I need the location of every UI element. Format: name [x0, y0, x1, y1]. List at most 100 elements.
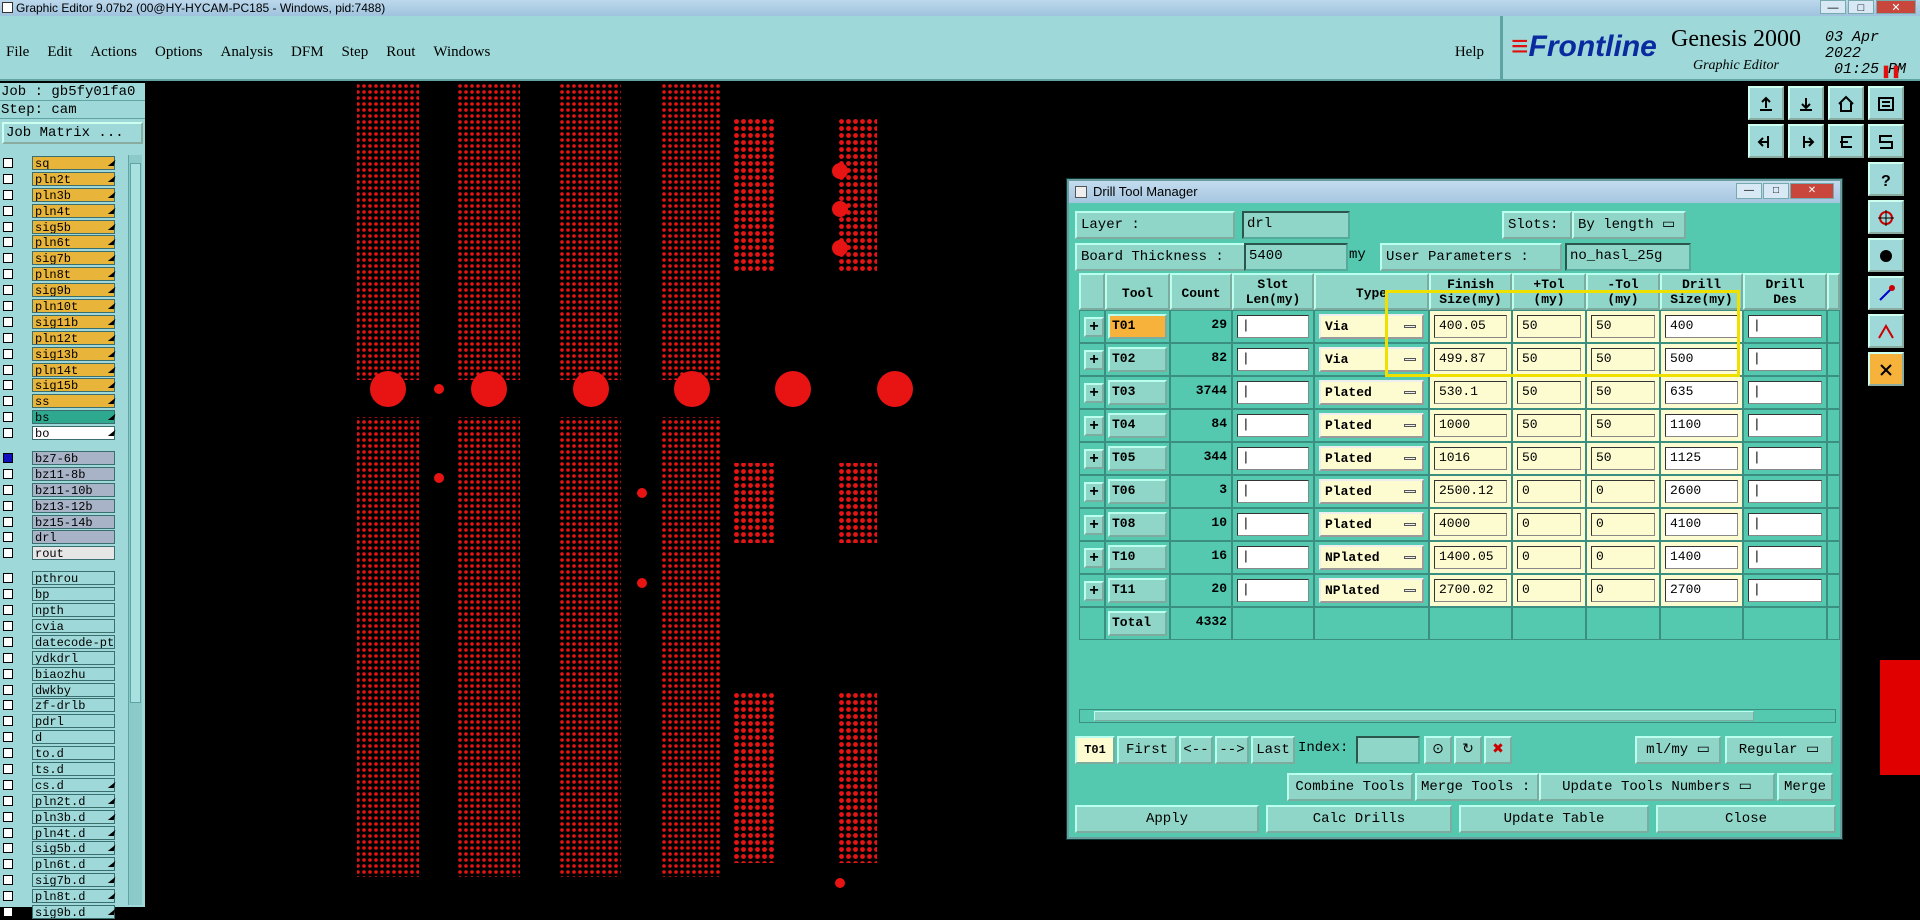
layer-row-sig7b.d[interactable]: sig7b.d ◢: [0, 872, 118, 888]
layer-checkbox[interactable]: [3, 301, 13, 312]
layer-checkbox[interactable]: [3, 843, 13, 854]
layer-checkbox[interactable]: [3, 548, 13, 559]
finish-size-input[interactable]: 2500.12: [1434, 480, 1507, 503]
layer-row-pln3b.d[interactable]: pln3b.d ◢: [0, 809, 118, 825]
layer-name[interactable]: bz13-12b: [32, 498, 115, 513]
table-row[interactable]: + T06 3 | Plated 2500.12 0 0 2600 |: [1079, 475, 1840, 508]
layer-list-scrollbar[interactable]: [128, 155, 142, 905]
layer-checkbox[interactable]: [3, 700, 13, 711]
layer-checkbox[interactable]: [3, 453, 13, 464]
layer-checkbox[interactable]: [3, 516, 13, 527]
layer-row-sig5b.d[interactable]: sig5b.d ◢: [0, 840, 118, 856]
finish-size-input[interactable]: 4000: [1434, 513, 1507, 536]
layer-field[interactable]: drl: [1242, 211, 1350, 239]
layer-checkbox[interactable]: [3, 316, 13, 327]
finish-size-input[interactable]: 1016: [1434, 447, 1507, 470]
drill-size-input[interactable]: 2700: [1665, 579, 1738, 602]
menu-options[interactable]: Options: [155, 44, 203, 61]
layer-checkbox[interactable]: [3, 158, 13, 168]
index-field[interactable]: [1356, 736, 1420, 764]
layer-row-rout[interactable]: rout: [0, 545, 118, 561]
expand-row-button[interactable]: +: [1084, 383, 1104, 403]
download-icon[interactable]: [1788, 86, 1824, 120]
layer-name[interactable]: dwkby: [32, 682, 115, 697]
search-icon[interactable]: ⊙: [1424, 736, 1452, 764]
layer-name[interactable]: sig9b.d: [32, 904, 115, 919]
layer-row-cvia[interactable]: cvia: [0, 618, 118, 634]
drill-size-input[interactable]: 1100: [1665, 414, 1738, 437]
snake-icon[interactable]: [1868, 124, 1904, 158]
slot-len-input[interactable]: |: [1237, 315, 1309, 338]
layer-name[interactable]: zf-drlb: [32, 698, 115, 713]
tool-name[interactable]: T04: [1108, 413, 1167, 438]
drill-des-input[interactable]: |: [1748, 480, 1822, 503]
plus-tol-input[interactable]: 50: [1517, 315, 1581, 338]
layer-name[interactable]: drl: [32, 530, 115, 545]
finish-size-input[interactable]: 2700.02: [1434, 579, 1507, 602]
layer-name[interactable]: cvia: [32, 618, 115, 633]
plus-tol-input[interactable]: 0: [1517, 546, 1581, 569]
mode-dropdown[interactable]: Regular ▭: [1725, 736, 1833, 764]
table-row[interactable]: + T05 344 | Plated 1016 50 50 1125 |: [1079, 442, 1840, 475]
user-parameters-field[interactable]: no_hasl_25g: [1565, 243, 1691, 271]
layer-name[interactable]: pln12t: [32, 330, 115, 345]
slot-len-input[interactable]: |: [1237, 480, 1309, 503]
layer-checkbox[interactable]: [3, 412, 13, 423]
layer-name[interactable]: sig7b.d: [32, 873, 115, 888]
layer-name[interactable]: pln8t: [32, 267, 115, 282]
expand-row-button[interactable]: +: [1084, 317, 1104, 337]
help-icon[interactable]: ?: [1868, 162, 1904, 196]
layer-row-ss[interactable]: ss ◢: [0, 393, 118, 409]
layer-checkbox[interactable]: [3, 589, 13, 600]
cross-hair-icon[interactable]: [1868, 200, 1904, 234]
layer-checkbox[interactable]: [3, 716, 13, 727]
import-icon[interactable]: [1748, 124, 1784, 158]
table-row[interactable]: + T11 20 | NPlated 2700.02 0 0 2700 |: [1079, 574, 1840, 607]
layer-name[interactable]: bz11-8b: [32, 466, 115, 481]
plus-tol-input[interactable]: 50: [1517, 447, 1581, 470]
layer-name[interactable]: rout: [32, 546, 115, 561]
layer-name[interactable]: sig5b.d: [32, 841, 115, 856]
table-row[interactable]: + T03 3744 | Plated 530.1 50 50 635 |: [1079, 376, 1840, 409]
finish-size-input[interactable]: 1000: [1434, 414, 1507, 437]
layer-name[interactable]: sig7b: [32, 251, 115, 266]
calc-drills-button[interactable]: Calc Drills: [1266, 805, 1452, 833]
layer-row-bo[interactable]: bo ◢: [0, 425, 118, 441]
layer-checkbox[interactable]: [3, 348, 13, 359]
last-button[interactable]: Last: [1251, 736, 1295, 764]
expand-row-button[interactable]: +: [1084, 350, 1104, 370]
layer-name[interactable]: pln4t: [32, 203, 115, 218]
highlight-icon[interactable]: [1868, 352, 1904, 386]
type-dropdown[interactable]: Plated: [1319, 512, 1424, 537]
drill-size-input[interactable]: 1125: [1665, 447, 1738, 470]
layer-checkbox[interactable]: [3, 380, 13, 391]
layer-row-sig15b[interactable]: sig15b ◢: [0, 377, 118, 393]
maximize-button[interactable]: □: [1848, 0, 1874, 14]
layer-name[interactable]: pthrou: [32, 571, 115, 586]
layer-row-pln8t[interactable]: pln8t ◢: [0, 266, 118, 282]
layer-row-npth[interactable]: npth: [0, 602, 118, 618]
layer-row-pln14t[interactable]: pln14t ◢: [0, 362, 118, 378]
next-button[interactable]: -->: [1215, 736, 1249, 764]
layer-name[interactable]: d: [32, 730, 115, 745]
layer-row-pln6t[interactable]: pln6t ◢: [0, 234, 118, 250]
layer-checkbox[interactable]: [3, 173, 13, 184]
prev-button[interactable]: <--: [1179, 736, 1213, 764]
layer-checkbox[interactable]: [3, 605, 13, 616]
layer-checkbox[interactable]: [3, 573, 13, 584]
layer-checkbox[interactable]: [3, 468, 13, 479]
refresh-icon[interactable]: ↻: [1454, 736, 1482, 764]
tool-name[interactable]: T01: [1108, 314, 1167, 339]
layer-row-bp[interactable]: bp: [0, 586, 118, 602]
layer-row-pdrl[interactable]: pdrl: [0, 713, 118, 729]
minus-tol-input[interactable]: 0: [1591, 513, 1655, 536]
plus-tol-input[interactable]: 50: [1517, 381, 1581, 404]
layer-row-sig9b.d[interactable]: sig9b.d ◢: [0, 904, 118, 920]
layer-row-pln3b[interactable]: pln3b ◢: [0, 187, 118, 203]
layer-name[interactable]: pln6t: [32, 235, 115, 250]
minus-tol-input[interactable]: 50: [1591, 348, 1655, 371]
table-horizontal-scrollbar[interactable]: [1079, 709, 1836, 723]
expand-row-button[interactable]: +: [1084, 449, 1104, 469]
minus-tol-input[interactable]: 50: [1591, 315, 1655, 338]
drill-size-input[interactable]: 400: [1665, 315, 1738, 338]
